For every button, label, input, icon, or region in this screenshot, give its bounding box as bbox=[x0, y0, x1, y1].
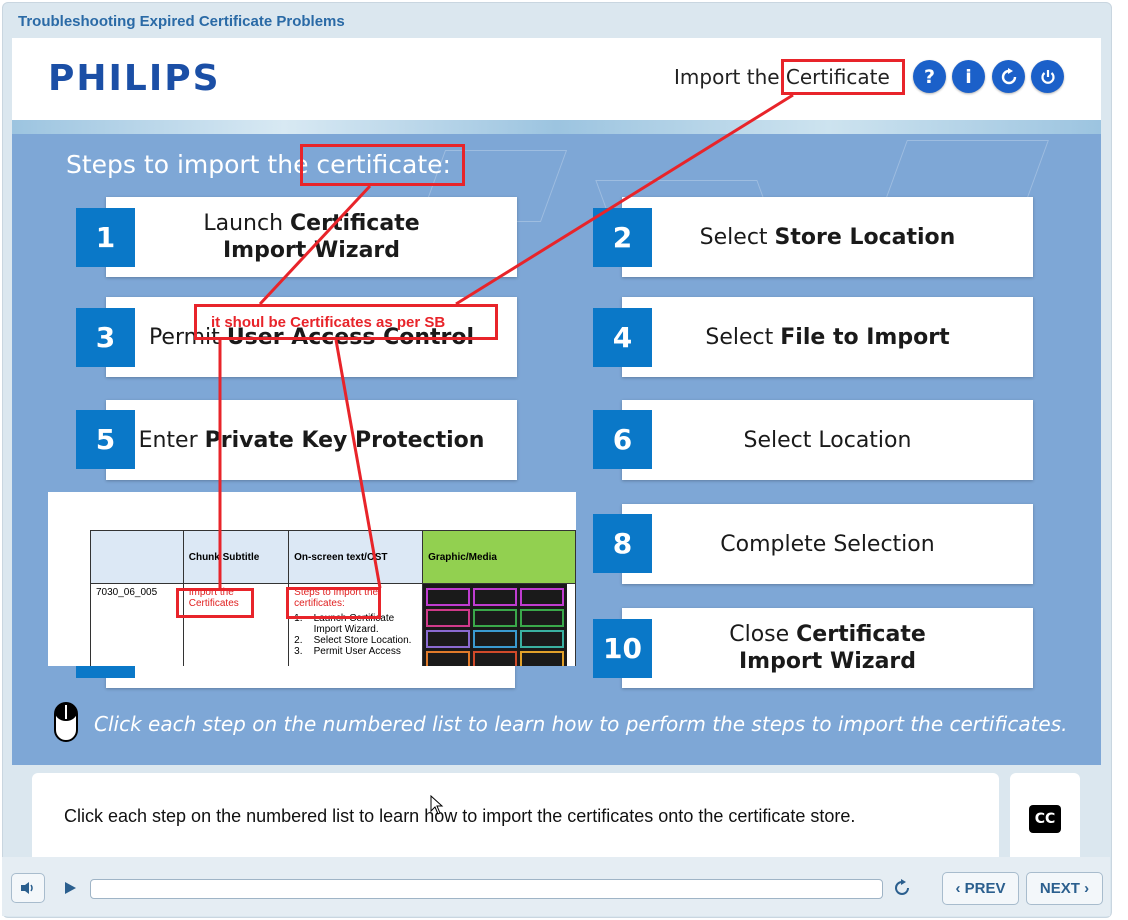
thumb-tile bbox=[520, 630, 565, 648]
table-header bbox=[90, 530, 184, 584]
step-card[interactable]: Enter Private Key Protection bbox=[106, 400, 517, 480]
annotation-box bbox=[176, 588, 254, 618]
step-text-bold: Store Location bbox=[774, 224, 956, 250]
thumb-tile bbox=[473, 651, 518, 666]
replay-icon bbox=[1001, 67, 1016, 84]
step-card[interactable]: Complete Selection bbox=[622, 504, 1033, 584]
replay-button[interactable] bbox=[992, 60, 1025, 93]
step-number: 10 bbox=[593, 619, 652, 678]
step-number: 1 bbox=[76, 208, 135, 267]
ost-item: Import Wizard. bbox=[294, 624, 379, 635]
step-number: 6 bbox=[593, 410, 652, 469]
step-card[interactable]: Select Store Location bbox=[622, 197, 1033, 277]
step-number: 5 bbox=[76, 410, 135, 469]
caption-text: Click each step on the numbered list to … bbox=[64, 806, 856, 826]
restart-button[interactable] bbox=[889, 874, 915, 902]
row-id-cell: 7030_06_005 bbox=[90, 583, 184, 666]
help-icon: ? bbox=[923, 65, 936, 88]
annotation-box bbox=[300, 144, 465, 186]
thumb-tile bbox=[473, 630, 518, 648]
step-text: Enter bbox=[138, 427, 198, 453]
help-button[interactable]: ? bbox=[913, 60, 946, 93]
next-button[interactable]: NEXT › bbox=[1026, 872, 1103, 905]
graphic-cell bbox=[422, 583, 576, 666]
step-text: Launch bbox=[203, 211, 291, 236]
step-text-bold: Import Wizard bbox=[222, 238, 401, 263]
philips-logo: PHILIPS bbox=[48, 58, 221, 99]
step-text: Complete Selection bbox=[720, 531, 935, 557]
step-text: Select bbox=[705, 324, 774, 350]
step-text-bold: Certificate bbox=[290, 211, 420, 236]
info-button[interactable]: i bbox=[952, 60, 985, 93]
decorative-strip bbox=[12, 120, 1101, 134]
step-number: 4 bbox=[593, 308, 652, 367]
step-text: Select Location bbox=[743, 427, 912, 453]
refresh-icon bbox=[895, 879, 909, 895]
mouse-cursor-icon bbox=[430, 795, 444, 815]
progress-bar[interactable] bbox=[90, 879, 883, 899]
thumb-tile bbox=[426, 588, 471, 606]
step-text-bold: Private Key Protection bbox=[204, 427, 485, 453]
thumb-tile bbox=[520, 588, 565, 606]
course-header: PHILIPS Import the Certificate ? i bbox=[12, 38, 1101, 120]
closed-captions-button[interactable]: CC bbox=[1029, 805, 1061, 833]
next-label: NEXT bbox=[1039, 880, 1080, 897]
step-number: 3 bbox=[76, 308, 135, 367]
chevron-right-icon: › bbox=[1079, 880, 1090, 897]
instruction-text: Click each step on the numbered list to … bbox=[94, 712, 1068, 736]
step-text: Select bbox=[699, 224, 768, 250]
mouse-icon bbox=[54, 702, 78, 742]
caption-panel: Click each step on the numbered list to … bbox=[32, 773, 999, 857]
step-card[interactable]: Launch Certificate Import Wizard bbox=[106, 197, 517, 277]
exit-button[interactable] bbox=[1031, 60, 1064, 93]
thumb-tile bbox=[426, 609, 471, 627]
step-text: Close bbox=[729, 622, 797, 647]
speaker-icon bbox=[21, 882, 33, 894]
lesson-stage: Steps to import the certificate: Launch … bbox=[12, 120, 1101, 765]
annotation-note: it shoul be Certificates as per SB bbox=[211, 314, 446, 331]
thumb-tile bbox=[426, 630, 471, 648]
ost-item: 2. Select Store Location. bbox=[294, 635, 412, 646]
thumb-tile bbox=[473, 588, 518, 606]
step-text-bold: Import Wizard bbox=[738, 649, 917, 674]
ost-item: 3. Permit User Access bbox=[294, 646, 401, 657]
table-header: On-screen text/OST bbox=[288, 530, 424, 584]
annotation-box bbox=[781, 59, 905, 95]
step-card[interactable]: Select Location bbox=[622, 400, 1033, 480]
script-document-snippet: Chunk Subtitle On-screen text/OST Graphi… bbox=[48, 492, 576, 666]
prev-button[interactable]: ‹ PREV bbox=[942, 872, 1019, 905]
table-header: Graphic/Media bbox=[422, 530, 576, 584]
volume-button[interactable] bbox=[11, 873, 45, 903]
chevron-left-icon: ‹ bbox=[955, 880, 965, 897]
play-button[interactable] bbox=[54, 873, 86, 903]
cc-panel: CC bbox=[1010, 773, 1080, 857]
thumb-tile bbox=[520, 651, 565, 666]
graphic-thumbnail bbox=[423, 584, 568, 666]
step-number: 8 bbox=[593, 514, 652, 573]
thumb-tile bbox=[520, 609, 565, 627]
step-text-bold: File to Import bbox=[780, 324, 950, 350]
table-header: Chunk Subtitle bbox=[182, 530, 290, 584]
annotation-box bbox=[286, 587, 381, 619]
power-icon bbox=[1040, 69, 1055, 84]
thumb-tile bbox=[426, 651, 471, 666]
step-text-bold: Certificate bbox=[796, 622, 926, 647]
thumb-tile bbox=[473, 609, 518, 627]
player-bar: ‹ PREV NEXT › bbox=[2, 857, 1110, 916]
step-card[interactable]: Select File to Import bbox=[622, 297, 1033, 377]
info-icon: i bbox=[965, 65, 972, 88]
play-icon bbox=[65, 882, 76, 894]
window-title: Troubleshooting Expired Certificate Prob… bbox=[18, 13, 345, 30]
prev-label: PREV bbox=[964, 880, 1006, 897]
step-card[interactable]: Close Certificate Import Wizard bbox=[622, 608, 1033, 688]
step-number: 2 bbox=[593, 208, 652, 267]
